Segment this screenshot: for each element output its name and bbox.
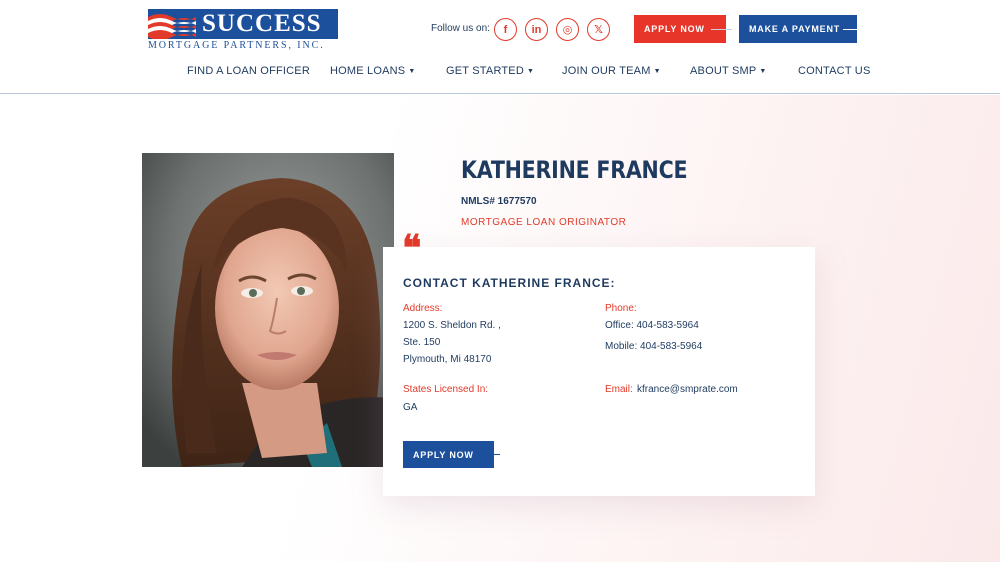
nav-find-loan-officer[interactable]: FIND A LOAN OFFICER: [187, 65, 310, 77]
nav-label: FIND A LOAN OFFICER: [187, 65, 310, 77]
button-line-decoration: [482, 454, 500, 455]
nav-join-our-team[interactable]: JOIN OUR TEAM ▼: [562, 65, 661, 77]
button-line-decoration: [843, 29, 864, 30]
chevron-down-icon: ▼: [653, 68, 661, 75]
contact-heading: CONTACT KATHERINE FRANCE:: [403, 276, 616, 290]
address-line: 1200 S. Sheldon Rd. ,: [403, 320, 501, 331]
contact-card: CONTACT KATHERINE FRANCE: Address: 1200 …: [383, 247, 815, 496]
logo-subtitle: MORTGAGE PARTNERS, INC.: [148, 40, 325, 51]
quote-icon: ❝: [402, 227, 422, 269]
email-label: Email:: [605, 384, 633, 395]
x-icon[interactable]: 𝕏: [587, 18, 610, 41]
mobile-phone[interactable]: Mobile: 404-583-5964: [605, 341, 702, 352]
states-label: States Licensed In:: [403, 384, 489, 395]
officer-name: KATHERINE FRANCE: [461, 156, 688, 184]
chevron-down-icon: ▼: [408, 68, 416, 75]
chevron-down-icon: ▼: [759, 68, 767, 75]
facebook-icon[interactable]: f: [494, 18, 517, 41]
make-payment-button[interactable]: MAKE A PAYMENT: [739, 15, 857, 43]
apply-now-label: APPLY NOW: [413, 449, 474, 460]
logo-title: SUCCESS: [202, 10, 322, 37]
nav-contact-us[interactable]: CONTACT US: [798, 65, 871, 77]
profile-photo: [142, 153, 394, 467]
address-line: Plymouth, Mi 48170: [403, 354, 492, 365]
address-label: Address:: [403, 303, 443, 314]
instagram-icon[interactable]: ◎: [556, 18, 579, 41]
make-payment-label: MAKE A PAYMENT: [749, 24, 841, 34]
apply-now-label: APPLY NOW: [644, 24, 705, 34]
company-logo[interactable]: SUCCESS MORTGAGE PARTNERS, INC.: [148, 9, 343, 51]
card-apply-now-button[interactable]: APPLY NOW: [403, 441, 494, 468]
chevron-down-icon: ▼: [527, 68, 535, 75]
follow-label: Follow us on:: [431, 23, 490, 34]
nav-label: ABOUT SMP: [690, 65, 757, 77]
states-value: GA: [403, 402, 418, 413]
nav-home-loans[interactable]: HOME LOANS ▼: [330, 65, 416, 77]
phone-label: Phone:: [605, 303, 637, 314]
flag-icon: [148, 9, 196, 39]
portrait-image: [142, 153, 394, 467]
linkedin-icon[interactable]: in: [525, 18, 548, 41]
nav-label: HOME LOANS: [330, 65, 406, 77]
email-link[interactable]: kfrance@smprate.com: [637, 384, 738, 395]
button-line-decoration: [711, 29, 732, 30]
address-line: Ste. 150: [403, 337, 441, 348]
nmls-number: NMLS# 1677570: [461, 196, 537, 207]
officer-title: MORTGAGE LOAN ORIGINATOR: [461, 217, 627, 228]
nav-label: CONTACT US: [798, 65, 871, 77]
nav-about-smp[interactable]: ABOUT SMP ▼: [690, 65, 767, 77]
nav-label: JOIN OUR TEAM: [562, 65, 651, 77]
logo-banner: SUCCESS: [148, 9, 338, 39]
site-header: SUCCESS MORTGAGE PARTNERS, INC. Follow u…: [0, 0, 1000, 94]
nav-label: GET STARTED: [446, 65, 524, 77]
nav-get-started[interactable]: GET STARTED ▼: [446, 65, 534, 77]
office-phone[interactable]: Office: 404-583-5964: [605, 320, 699, 331]
